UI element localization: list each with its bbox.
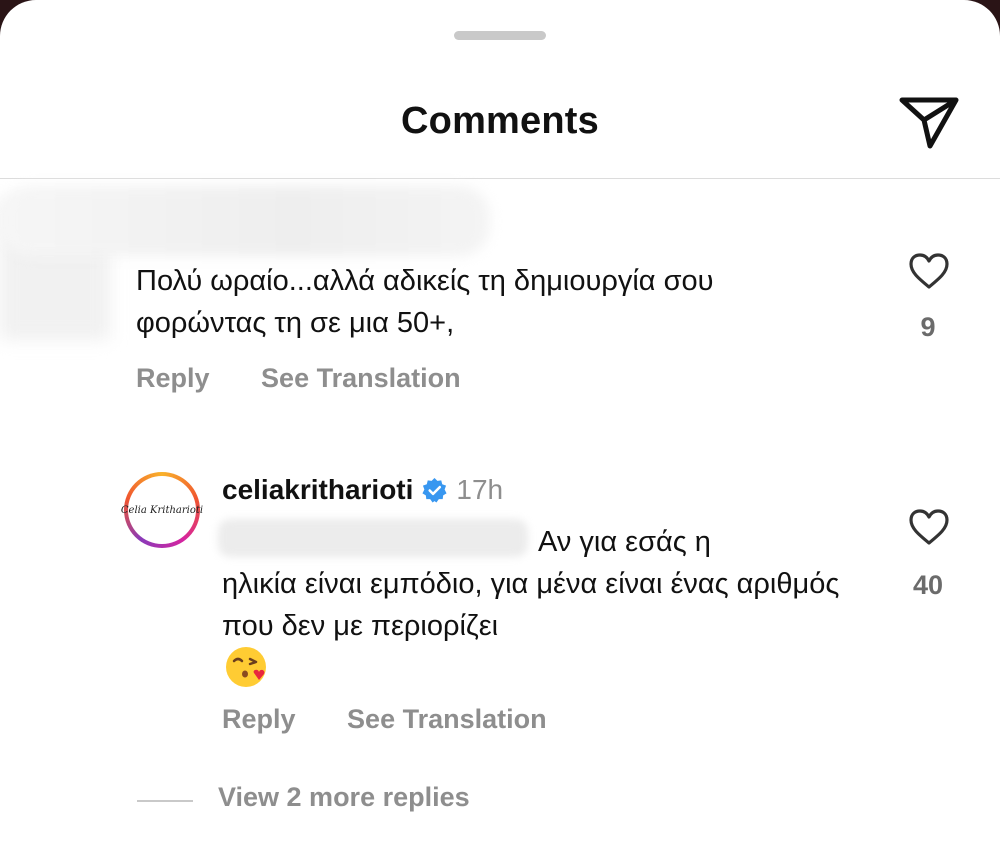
see-translation-button[interactable]: See Translation [347, 704, 547, 734]
replies-divider-line [137, 800, 193, 802]
verified-badge-icon [422, 477, 447, 503]
comment-text-line1: Αν για εσάς η [538, 526, 711, 558]
kiss-emoji-icon [226, 647, 266, 687]
comment-actions: Reply See Translation [222, 704, 547, 735]
page-title: Comments [401, 100, 599, 142]
comments-sheet: Comments Πολύ ωραίο...αλλά αδικείς τη δη… [0, 0, 1000, 855]
comment-header: celiakritharioti 17h [222, 474, 503, 506]
send-icon[interactable] [898, 94, 960, 150]
blurred-username [0, 186, 490, 256]
like-count: 40 [912, 570, 944, 600]
like-count: 9 [920, 312, 936, 342]
view-more-replies-button[interactable]: View 2 more replies [218, 782, 470, 813]
avatar-logo: Celia Kritharioti [120, 504, 204, 516]
reply-button[interactable]: Reply [222, 704, 296, 734]
heart-icon[interactable] [908, 508, 950, 546]
header-divider [0, 178, 1000, 179]
comment-text: ηλικία είναι εμπόδιο, για μένα είναι ένα… [222, 568, 840, 642]
reply-button[interactable]: Reply [136, 363, 210, 393]
avatar-inner: Celia Kritharioti [121, 476, 203, 544]
avatar[interactable]: Celia Kritharioti [121, 472, 203, 548]
sheet-grabber[interactable] [454, 31, 546, 40]
see-translation-button[interactable]: See Translation [261, 363, 461, 393]
comment-actions: Reply See Translation [136, 363, 461, 394]
comment-text: Πολύ ωραίο...αλλά αδικείς τη δημιουργία … [136, 265, 714, 339]
comment-time: 17h [456, 474, 504, 505]
heart-icon[interactable] [908, 252, 950, 290]
username[interactable]: celiakritharioti [222, 474, 413, 506]
blurred-mention [218, 519, 528, 557]
